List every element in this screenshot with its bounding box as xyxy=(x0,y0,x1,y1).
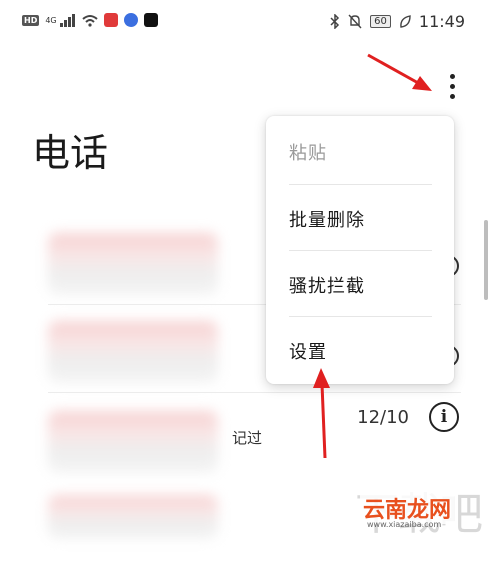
overflow-menu: 粘贴 批量删除 骚扰拦截 设置 xyxy=(266,116,454,384)
menu-divider xyxy=(289,316,432,317)
scrollbar[interactable] xyxy=(484,220,488,300)
menu-item-settings[interactable]: 设置 xyxy=(266,318,454,384)
annotation-arrow-top xyxy=(367,53,432,91)
clock: 11:49 xyxy=(418,12,465,31)
network-type: 4G xyxy=(45,15,57,25)
status-bar-right: 60 11:49 xyxy=(330,12,465,31)
tiktok-icon xyxy=(143,13,158,27)
call-subtext: 记过 xyxy=(232,429,263,447)
blurred-contact xyxy=(48,495,218,539)
divider xyxy=(48,392,461,393)
page-title: 电话 xyxy=(32,131,109,175)
blurred-contact xyxy=(48,233,218,295)
watermark: 下载吧 云南龙网 www.xiazaiba.com xyxy=(355,470,491,540)
more-dot xyxy=(449,83,455,89)
leaf-icon xyxy=(400,14,411,28)
more-dot xyxy=(449,93,455,99)
call-date: 12/10 xyxy=(357,407,409,428)
more-vertical-icon xyxy=(449,73,455,79)
status-bar-left: HD 4G xyxy=(22,13,158,27)
menu-divider xyxy=(289,250,432,251)
info-icon[interactable]: i xyxy=(429,402,459,432)
mute-icon xyxy=(348,14,362,29)
call-log-item[interactable]: 记过 12/10 i xyxy=(0,401,491,481)
menu-item-paste[interactable]: 粘贴 xyxy=(266,119,454,185)
signal-icon xyxy=(59,13,75,27)
watermark-url: www.xiazaiba.com xyxy=(367,520,442,529)
status-bar: HD 4G 60 11:49 xyxy=(0,0,491,44)
wifi-icon xyxy=(81,14,98,27)
menu-item-batch-delete[interactable]: 批量删除 xyxy=(266,186,454,252)
more-options-button[interactable] xyxy=(438,66,466,106)
blurred-contact xyxy=(48,411,218,473)
hd-badge: HD xyxy=(22,14,40,26)
menu-item-harassment-block[interactable]: 骚扰拦截 xyxy=(266,252,454,318)
app-notification-icon xyxy=(103,13,118,27)
battery-indicator: 60 xyxy=(370,15,391,28)
blurred-contact xyxy=(48,321,218,383)
baidu-paw-icon xyxy=(123,13,138,27)
menu-divider xyxy=(289,184,432,185)
bluetooth-icon xyxy=(330,14,340,29)
